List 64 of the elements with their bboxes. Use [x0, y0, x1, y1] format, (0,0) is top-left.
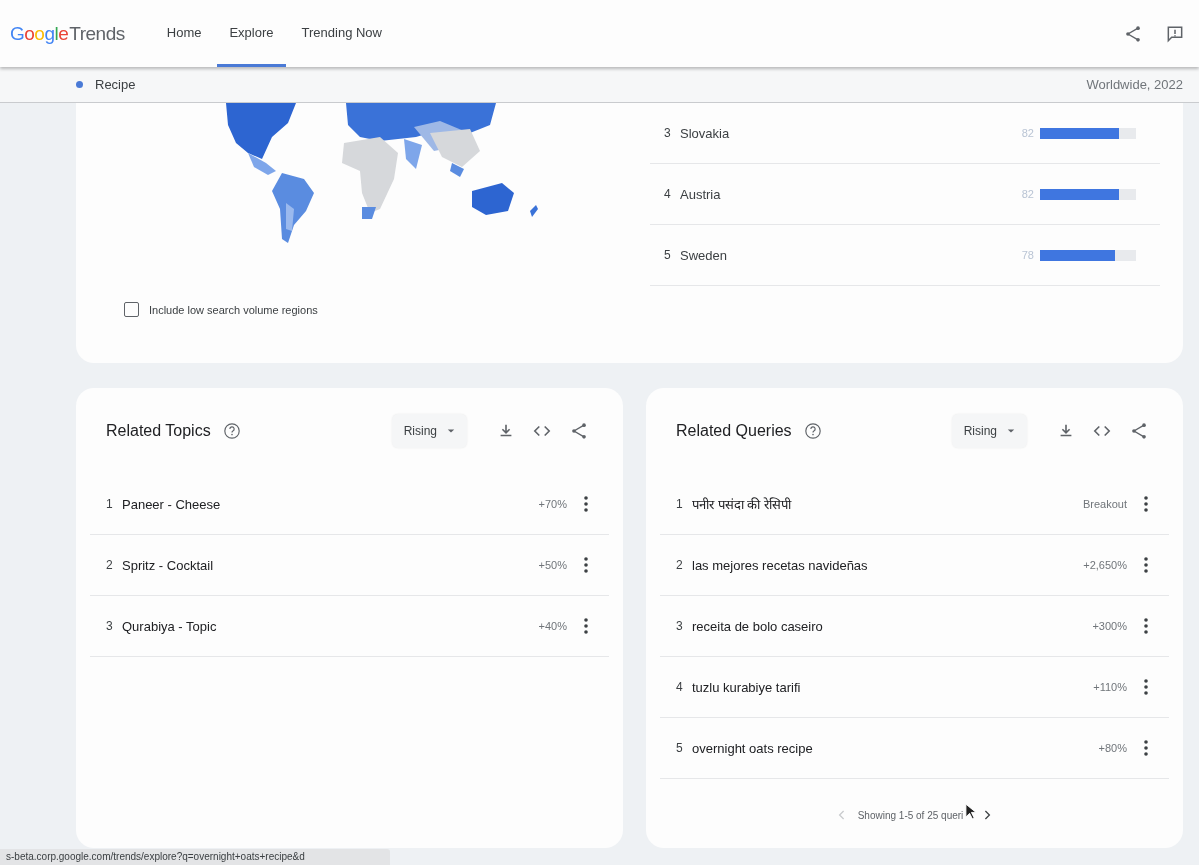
rank-number: 5 — [664, 248, 672, 262]
card-title: Related Queries — [676, 422, 792, 440]
mouse-pointer-icon — [965, 803, 977, 820]
rise-value: +2,650% — [1083, 559, 1127, 571]
rank-number: 1 — [106, 497, 114, 511]
google-trends-logo[interactable]: GoogleTrends — [10, 22, 125, 45]
rank-number: 2 — [676, 558, 684, 572]
query-name[interactable]: tuzlu kurabiye tarifi — [692, 679, 1094, 695]
rank-number: 3 — [664, 126, 672, 140]
rise-value: +110% — [1093, 681, 1127, 693]
rank-number: 4 — [676, 680, 684, 694]
rise-value: +70% — [538, 498, 567, 510]
topic-name[interactable]: Qurabiya - Topic — [122, 618, 539, 634]
region-name[interactable]: Austria — [680, 186, 1022, 202]
caret-icon — [1007, 427, 1015, 435]
rank-number: 4 — [664, 187, 672, 201]
nav-tab[interactable]: Trending Now — [289, 0, 394, 67]
rank-number: 3 — [676, 619, 684, 633]
more-options-icon[interactable] — [1143, 556, 1149, 574]
share-icon[interactable] — [1123, 23, 1143, 44]
share-icon[interactable] — [569, 421, 589, 441]
rank-number: 2 — [106, 558, 114, 572]
caret-icon — [447, 427, 455, 435]
status-bar-url: s-beta.corp.google.com/trends/explore?q=overnight+oats+recipe&d — [0, 849, 390, 865]
rank-number: 5 — [676, 741, 684, 755]
region-value: 82 — [1021, 127, 1034, 139]
query-name[interactable]: पनीर पसंदा की रेसिपी — [692, 495, 1083, 513]
help-icon[interactable] — [803, 422, 822, 440]
more-options-icon[interactable] — [1143, 678, 1149, 696]
region-value: 82 — [1021, 188, 1034, 200]
more-options-icon[interactable] — [1143, 495, 1149, 513]
rank-number: 3 — [106, 619, 114, 633]
next-page-icon[interactable] — [983, 809, 992, 821]
filter-dropdown[interactable]: Rising — [951, 414, 1027, 448]
term-dot-icon — [76, 81, 83, 88]
nav-tab[interactable]: Home — [154, 0, 214, 67]
topic-name[interactable]: Paneer - Cheese — [122, 496, 539, 512]
rise-value: +50% — [538, 559, 567, 571]
pagination-text: Showing 1-5 of 25 queri — [857, 809, 964, 821]
help-icon[interactable] — [222, 422, 241, 440]
checkbox-label: Include low search volume regions — [149, 303, 318, 316]
rise-value: +40% — [538, 620, 567, 632]
checkbox[interactable] — [124, 302, 139, 317]
more-options-icon[interactable] — [1143, 739, 1149, 757]
region-value: 78 — [1021, 249, 1034, 261]
more-options-icon[interactable] — [1143, 617, 1149, 635]
rise-value: +80% — [1098, 742, 1127, 754]
more-options-icon[interactable] — [583, 617, 589, 635]
region-name[interactable]: Sweden — [680, 247, 1022, 263]
rise-value: +300% — [1092, 620, 1127, 632]
more-options-icon[interactable] — [583, 556, 589, 574]
query-name[interactable]: receita de bolo caseiro — [692, 618, 1093, 634]
filter-dropdown[interactable]: Rising — [391, 414, 467, 448]
region-name[interactable]: Slovakia — [680, 125, 1022, 141]
card-title: Related Topics — [106, 422, 211, 440]
topic-name[interactable]: Spritz - Cocktail — [122, 557, 539, 573]
scope-label: Worldwide, 2022 — [1086, 77, 1183, 92]
query-name[interactable]: overnight oats recipe — [692, 740, 1099, 756]
query-name[interactable]: las mejores recetas navideñas — [692, 557, 1084, 573]
share-icon[interactable] — [1129, 421, 1149, 441]
rank-number: 1 — [676, 497, 684, 511]
rise-value: Breakout — [1082, 498, 1127, 510]
more-options-icon[interactable] — [583, 495, 589, 513]
search-term: Recipe — [95, 77, 136, 92]
